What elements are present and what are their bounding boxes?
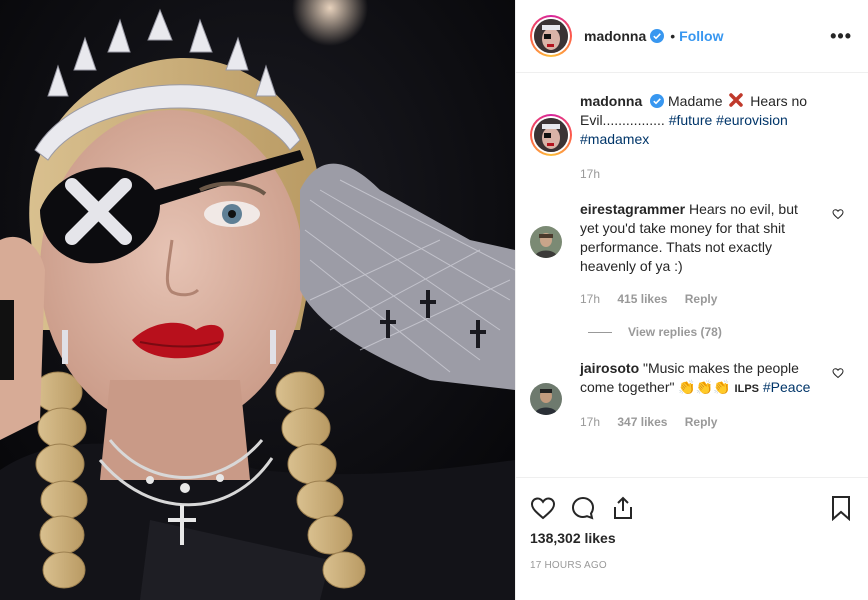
comment-suffix: ILPS: [734, 383, 759, 395]
clapping-emoji: 👏👏👏: [678, 379, 731, 395]
comment-item: eirestagrammer Hears no evil, but yet yo…: [530, 200, 852, 309]
comment-likes[interactable]: 347 likes: [617, 415, 667, 429]
commenter-avatar[interactable]: [530, 226, 562, 258]
comment-likes[interactable]: 415 likes: [617, 292, 667, 306]
caption: madonna Madame Hears no Evil............…: [530, 92, 852, 184]
comment-bubble-icon[interactable]: [570, 495, 596, 521]
caption-username[interactable]: madonna: [580, 93, 642, 109]
author-avatar[interactable]: [530, 15, 572, 57]
cross-mark-icon: [729, 93, 744, 107]
post-sidebar: madonna • Follow ••• madonna Madame Hear…: [515, 0, 868, 600]
verified-badge-icon: [650, 94, 665, 108]
comment-item: jairosoto "Music makes the people come t…: [530, 359, 852, 432]
reply-button[interactable]: Reply: [685, 292, 718, 306]
author-username[interactable]: madonna: [584, 28, 646, 44]
comment-time[interactable]: 17h: [580, 415, 600, 429]
photo-illustration: [0, 0, 515, 600]
hashtag-future[interactable]: #future: [669, 112, 713, 128]
caption-text-1: Madame: [668, 93, 723, 109]
hashtag-madamex[interactable]: #madamex: [580, 131, 649, 147]
post-header: madonna • Follow •••: [516, 0, 868, 73]
action-bar: [530, 478, 854, 534]
post-image[interactable]: [0, 0, 515, 600]
verified-badge-icon: [650, 29, 665, 43]
instagram-post: madonna • Follow ••• madonna Madame Hear…: [0, 0, 868, 600]
comment-username[interactable]: eirestagrammer: [580, 201, 685, 217]
comment-list: madonna Madame Hears no Evil............…: [530, 92, 852, 432]
follow-button[interactable]: Follow: [679, 28, 723, 44]
like-heart-icon[interactable]: [530, 495, 556, 521]
comment-time[interactable]: 17h: [580, 292, 600, 306]
comment-username[interactable]: jairosoto: [580, 360, 639, 376]
view-replies-label[interactable]: View replies (78): [628, 325, 722, 339]
avatar-image: [534, 19, 568, 53]
hashtag-eurovision[interactable]: #eurovision: [716, 112, 788, 128]
post-footer: 138,302 likes 17 HOURS AGO: [516, 477, 868, 600]
commenter-avatar[interactable]: [530, 383, 562, 415]
hashtag-peace[interactable]: #Peace: [763, 379, 810, 395]
more-options-icon[interactable]: •••: [830, 26, 852, 47]
like-comment-icon[interactable]: [832, 367, 844, 379]
reply-button[interactable]: Reply: [685, 415, 718, 429]
bookmark-icon[interactable]: [828, 495, 854, 521]
caption-avatar[interactable]: [530, 114, 572, 156]
view-replies[interactable]: View replies (78): [588, 325, 852, 339]
post-likes[interactable]: 138,302 likes: [530, 530, 854, 546]
post-timestamp[interactable]: 17 HOURS AGO: [530, 560, 854, 571]
caption-time[interactable]: 17h: [580, 167, 600, 181]
replies-divider: [588, 331, 612, 333]
share-upload-icon[interactable]: [610, 495, 636, 521]
separator-dot: •: [670, 28, 676, 44]
like-comment-icon[interactable]: [832, 208, 844, 220]
